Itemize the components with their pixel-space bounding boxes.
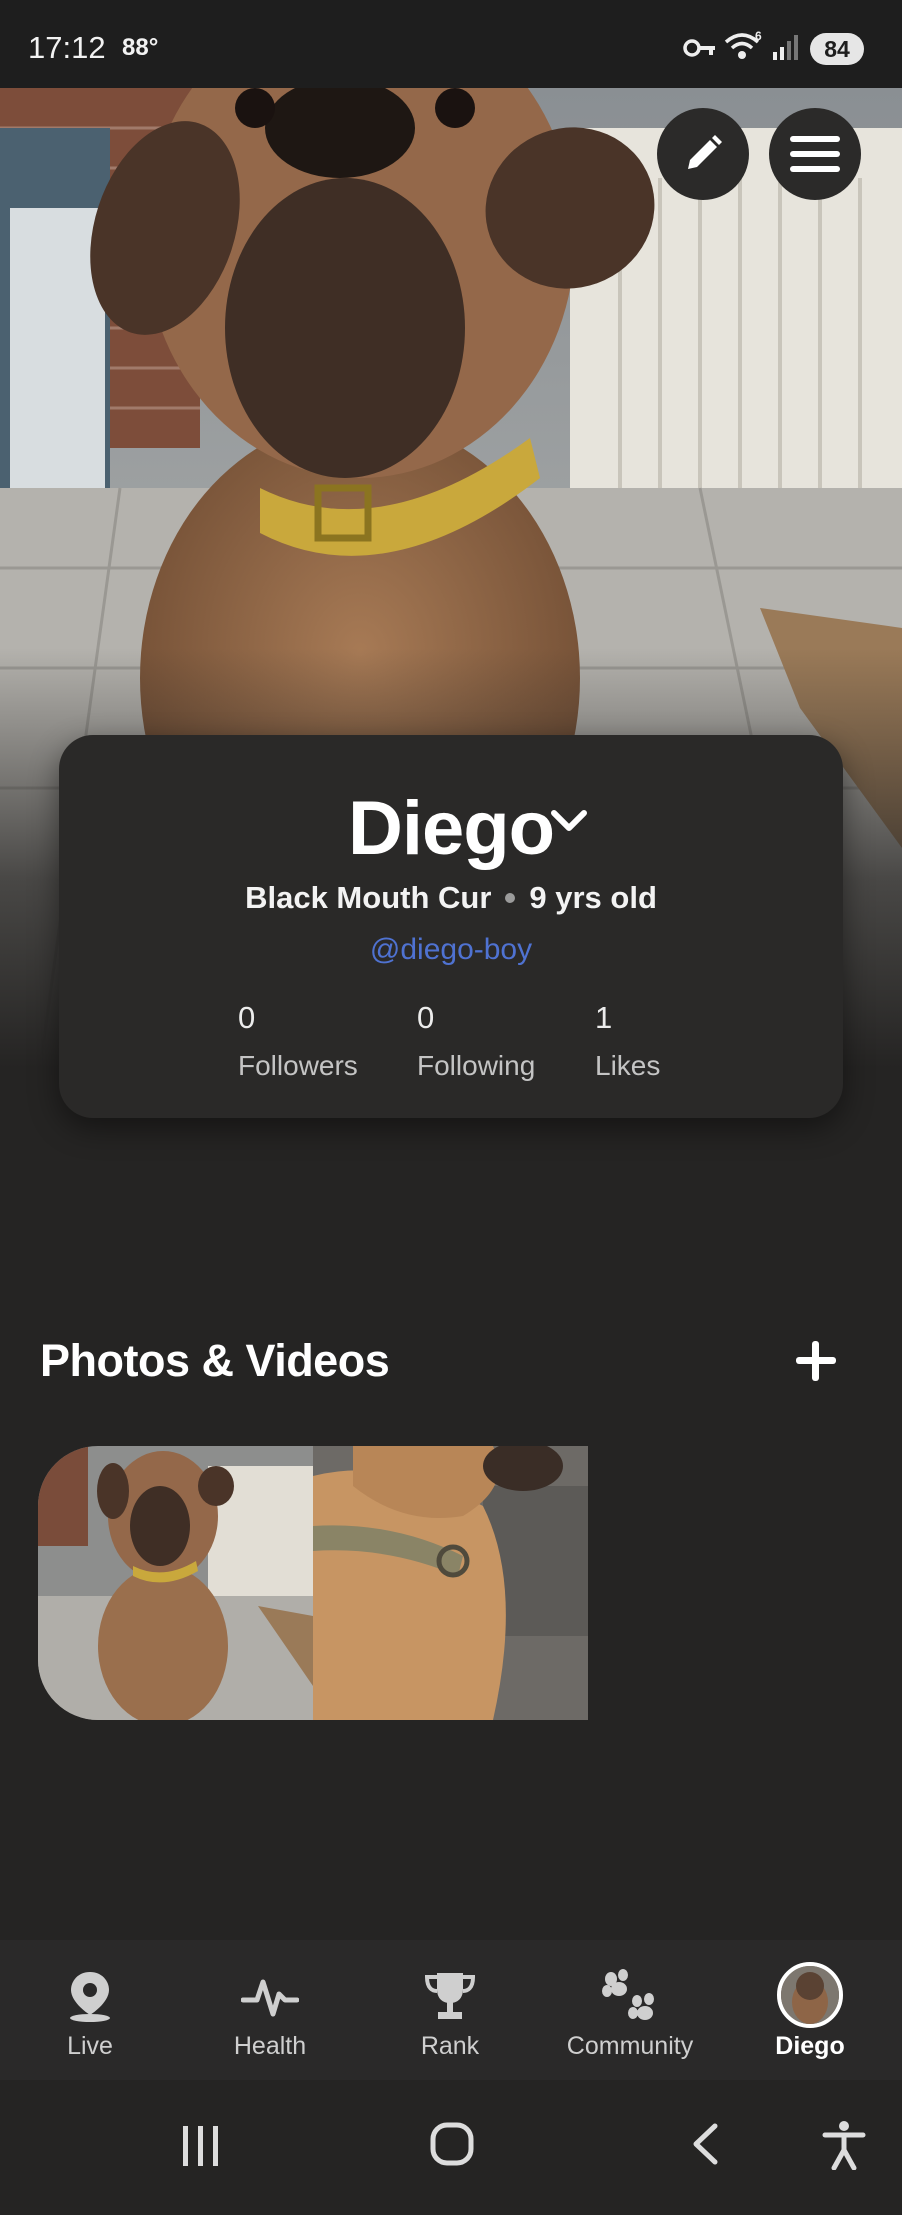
bottom-navigation: Live Health Rank Community Diego	[0, 1940, 902, 2080]
add-media-button[interactable]	[792, 1337, 840, 1390]
age-text: 9 yrs old	[529, 880, 657, 915]
nav-item-profile[interactable]: Diego	[720, 1960, 900, 2061]
nav-label-profile: Diego	[775, 2032, 845, 2060]
likes-stat[interactable]: 1 Likes	[595, 1000, 660, 1082]
signal-icon	[772, 34, 802, 67]
nav-item-health[interactable]: Health	[180, 1968, 360, 2061]
home-icon[interactable]	[430, 2122, 474, 2171]
dog-lying-photo	[313, 1446, 588, 1720]
separator-dot	[505, 892, 516, 903]
system-navigation-bar	[0, 2080, 902, 2215]
nav-item-community[interactable]: Community	[540, 1968, 720, 2061]
key-icon	[683, 36, 717, 65]
svg-text:6: 6	[755, 30, 762, 43]
back-icon[interactable]	[690, 2122, 720, 2171]
breed-age-line: Black Mouth Cur 9 yrs old	[59, 880, 843, 916]
accessibility-icon[interactable]	[822, 2120, 866, 2175]
plus-icon	[796, 1341, 836, 1381]
chevron-down-icon[interactable]	[549, 807, 589, 840]
battery-indicator: 84	[810, 33, 864, 65]
nav-item-live[interactable]: Live	[0, 1968, 180, 2061]
profile-handle[interactable]: @diego-boy	[59, 933, 843, 967]
edit-profile-button[interactable]	[657, 108, 749, 200]
location-pin-icon	[0, 1968, 180, 2024]
likes-label: Likes	[595, 1050, 661, 1081]
pet-name: Diego	[347, 786, 555, 871]
nav-label-community: Community	[566, 2032, 694, 2060]
avatar	[777, 1962, 843, 2028]
status-temperature: 88°	[122, 34, 159, 61]
profile-card: Diego Black Mouth Cur 9 yrs old @diego-bo…	[59, 735, 843, 1118]
recents-icon[interactable]	[181, 2124, 221, 2173]
trophy-icon	[360, 1968, 540, 2024]
media-grid	[38, 1446, 588, 1720]
photos-videos-title: Photos & Videos	[40, 1335, 390, 1386]
media-thumbnail[interactable]	[38, 1446, 313, 1720]
hamburger-menu-icon	[790, 136, 840, 172]
pencil-icon	[688, 135, 722, 169]
nav-item-rank[interactable]: Rank	[360, 1968, 540, 2061]
nav-label-rank: Rank	[420, 2032, 480, 2060]
followers-label: Followers	[238, 1050, 358, 1081]
likes-count: 1	[595, 1000, 613, 1035]
paw-icon	[540, 1968, 720, 2024]
nav-label-live: Live	[67, 2032, 113, 2060]
nav-label-health: Health	[233, 2032, 307, 2060]
media-thumbnail[interactable]	[313, 1446, 588, 1720]
following-label: Following	[417, 1050, 536, 1081]
following-count: 0	[417, 1000, 435, 1035]
breed-text: Black Mouth Cur	[245, 880, 492, 915]
following-stat[interactable]: 0 Following	[417, 1000, 535, 1082]
followers-count: 0	[238, 1000, 256, 1035]
status-time: 17:12	[28, 30, 106, 65]
wifi-icon: 6	[724, 29, 764, 69]
status-bar: 17:12 88° 6 84	[0, 0, 902, 88]
menu-button[interactable]	[769, 108, 861, 200]
followers-stat[interactable]: 0 Followers	[238, 1000, 358, 1082]
dog-sitting-photo	[38, 1446, 313, 1720]
pulse-icon	[180, 1968, 360, 2024]
